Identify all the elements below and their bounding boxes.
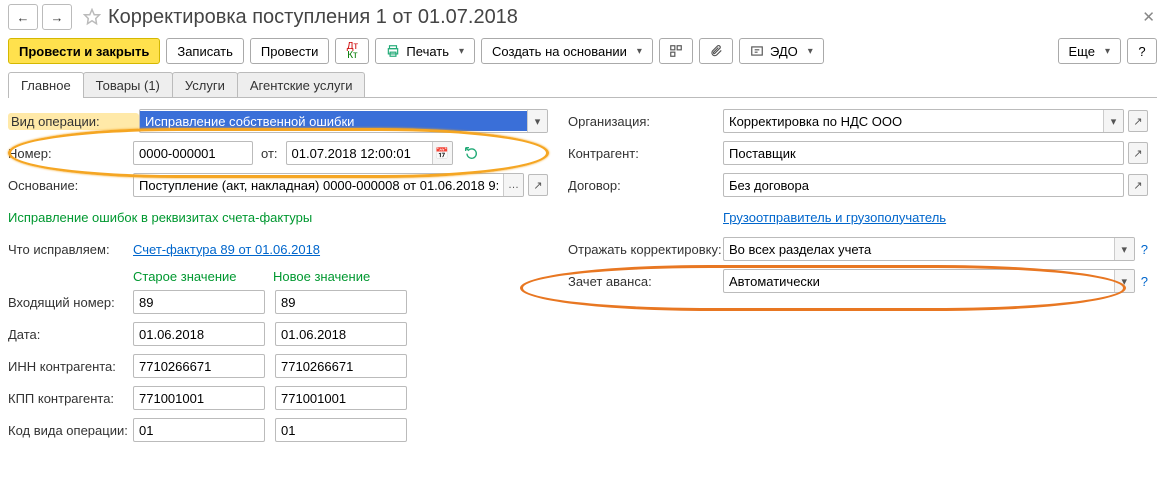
fix-note-label: Исправление ошибок в реквизитах счета-фа…: [8, 210, 312, 225]
calendar-icon: 📅: [435, 147, 449, 160]
tab-goods[interactable]: Товары (1): [83, 72, 173, 98]
tab-services[interactable]: Услуги: [172, 72, 238, 98]
contractor-open-button[interactable]: ↗: [1128, 142, 1148, 164]
more-button[interactable]: Еще: [1058, 38, 1121, 64]
advance-label: Зачет аванса:: [568, 274, 723, 289]
dtkt-button[interactable]: ДтКт: [335, 38, 369, 64]
new-value-header: Новое значение: [273, 269, 403, 284]
org-open-button[interactable]: ↗: [1128, 110, 1148, 132]
kpp-label: КПП контрагента:: [8, 391, 133, 406]
number-input[interactable]: [134, 143, 252, 163]
reflect-input[interactable]: [724, 239, 1114, 259]
post-button[interactable]: Провести: [250, 38, 330, 64]
contract-label: Договор:: [568, 178, 723, 193]
tab-agent[interactable]: Агентские услуги: [237, 72, 366, 98]
invoice-link[interactable]: Счет-фактура 89 от 01.06.2018: [133, 242, 320, 257]
new-date-input[interactable]: [276, 324, 406, 344]
old-kpp-input[interactable]: [134, 388, 264, 408]
tab-main[interactable]: Главное: [8, 72, 84, 98]
favorite-star-icon[interactable]: [82, 7, 102, 27]
new-kpp-input[interactable]: [276, 388, 406, 408]
inn-label: ИНН контрагента:: [8, 359, 133, 374]
old-date-input[interactable]: [134, 324, 264, 344]
op-type-input[interactable]: [140, 111, 527, 131]
nav-back-button[interactable]: ←: [8, 4, 38, 30]
contractor-label: Контрагент:: [568, 146, 723, 161]
dtkt-icon: ДтКт: [347, 42, 358, 60]
new-in-number-input[interactable]: [276, 292, 406, 312]
reflect-label: Отражать корректировку:: [568, 242, 723, 257]
edo-button[interactable]: ЭДО: [739, 38, 824, 64]
post-and-close-button[interactable]: Провести и закрыть: [8, 38, 160, 64]
refresh-icon[interactable]: [463, 145, 479, 161]
advance-help-icon[interactable]: ?: [1141, 274, 1148, 289]
basis-input[interactable]: [134, 175, 503, 195]
paperclip-icon: [709, 44, 723, 58]
contract-input[interactable]: [724, 175, 1123, 195]
attach-button[interactable]: [699, 38, 733, 64]
old-in-number-input[interactable]: [134, 292, 264, 312]
org-input[interactable]: [724, 111, 1103, 131]
help-button[interactable]: ?: [1127, 38, 1157, 64]
date-input[interactable]: [287, 143, 432, 163]
op-type-dropdown[interactable]: ▾: [527, 110, 547, 132]
create-based-button[interactable]: Создать на основании: [481, 38, 653, 64]
old-inn-input[interactable]: [134, 356, 264, 376]
print-button[interactable]: Печать: [375, 38, 475, 64]
new-op-code-input[interactable]: [276, 420, 406, 440]
op-code-label: Код вида операции:: [8, 423, 133, 438]
in-number-label: Входящий номер:: [8, 295, 133, 310]
shipper-link[interactable]: Грузоотправитель и грузополучатель: [723, 210, 946, 225]
structure-button[interactable]: [659, 38, 693, 64]
number-label: Номер:: [8, 146, 133, 161]
write-button[interactable]: Записать: [166, 38, 244, 64]
advance-dropdown[interactable]: ▾: [1114, 270, 1134, 292]
new-inn-input[interactable]: [276, 356, 406, 376]
basis-select-button[interactable]: …: [503, 174, 523, 196]
advance-input[interactable]: [724, 271, 1114, 291]
structure-icon: [669, 44, 683, 58]
edo-icon: [750, 44, 764, 58]
reflect-help-icon[interactable]: ?: [1141, 242, 1148, 257]
date-label: Дата:: [8, 327, 133, 342]
close-button[interactable]: ✕: [1142, 8, 1155, 26]
basis-label: Основание:: [8, 178, 133, 193]
reflect-dropdown[interactable]: ▾: [1114, 238, 1134, 260]
date-picker-button[interactable]: 📅: [432, 142, 452, 164]
op-type-label: Вид операции:: [8, 113, 139, 130]
contractor-input[interactable]: [724, 143, 1123, 163]
from-label: от:: [261, 146, 278, 161]
what-fix-label: Что исправляем:: [8, 242, 133, 257]
arrow-right-icon: →: [51, 10, 64, 25]
contract-open-button[interactable]: ↗: [1128, 174, 1148, 196]
old-op-code-input[interactable]: [134, 420, 264, 440]
nav-forward-button[interactable]: →: [42, 4, 72, 30]
basis-open-button[interactable]: ↗: [528, 174, 548, 196]
org-dropdown[interactable]: ▾: [1103, 110, 1123, 132]
org-label: Организация:: [568, 114, 723, 129]
printer-icon: [386, 44, 400, 58]
page-title: Корректировка поступления 1 от 01.07.201…: [108, 6, 518, 29]
arrow-left-icon: ←: [17, 10, 30, 25]
old-value-header: Старое значение: [133, 269, 263, 284]
